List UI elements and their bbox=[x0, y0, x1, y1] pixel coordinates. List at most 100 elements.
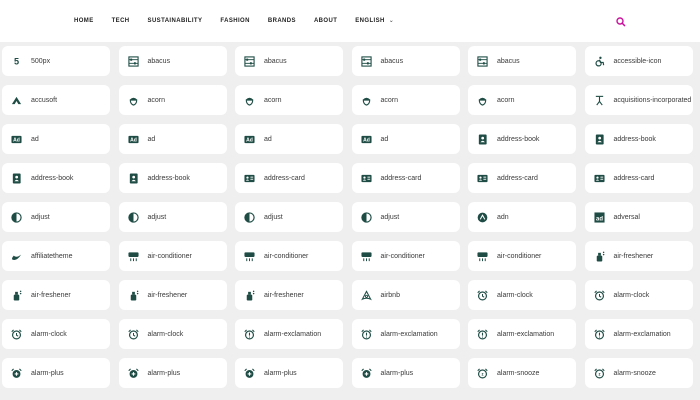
icon-card[interactable]: address-card bbox=[468, 163, 576, 193]
icon-card[interactable]: adjust bbox=[235, 202, 343, 232]
alarm-clock-icon bbox=[127, 329, 139, 340]
air-freshener-icon bbox=[11, 290, 22, 301]
icon-card[interactable]: acquisitions-incorporated bbox=[584, 85, 693, 115]
alarm-plus-icon bbox=[360, 368, 372, 379]
icon-card[interactable]: abacus bbox=[468, 46, 576, 76]
acorn-icon bbox=[244, 95, 255, 106]
icon-card-label: alarm-exclamation bbox=[380, 330, 438, 338]
nav-home[interactable]: HOME bbox=[74, 18, 94, 24]
icon-card[interactable]: alarm-clock bbox=[118, 319, 227, 349]
icon-card[interactable]: alarm-plus bbox=[351, 358, 460, 388]
icon-card-label: address-card bbox=[497, 174, 538, 182]
icon-card[interactable]: air-freshener bbox=[118, 280, 227, 310]
nav-tech[interactable]: TECH bbox=[112, 18, 130, 24]
air-conditioner-icon bbox=[127, 251, 139, 262]
adjust-icon bbox=[360, 211, 372, 223]
icon-card[interactable]: accusoft bbox=[2, 85, 110, 115]
alarm-snooze-icon: z bbox=[477, 368, 488, 379]
icon-card[interactable]: adjust bbox=[118, 202, 227, 232]
ad-icon: Ad bbox=[11, 134, 22, 145]
air-freshener-icon bbox=[244, 290, 255, 301]
icon-card[interactable]: 5 500px bbox=[2, 46, 110, 76]
adversal-icon: ad bbox=[593, 211, 605, 223]
icon-card-label: airbnb bbox=[380, 291, 400, 299]
icon-card[interactable]: acorn bbox=[468, 85, 576, 115]
svg-text:Ad: Ad bbox=[13, 137, 20, 143]
adjust-icon bbox=[127, 211, 139, 223]
icon-card[interactable]: alarm-plus bbox=[2, 358, 110, 388]
alarm-exclamation-icon bbox=[360, 329, 372, 340]
icon-card[interactable]: alarm-clock bbox=[2, 319, 110, 349]
icon-card[interactable]: address-card bbox=[351, 163, 460, 193]
icon-card[interactable]: adjust bbox=[351, 202, 460, 232]
icon-card[interactable]: acorn bbox=[351, 85, 460, 115]
address-book-icon bbox=[11, 172, 22, 184]
icon-card-label: abacus bbox=[147, 57, 171, 65]
icon-card[interactable]: accessible-icon bbox=[584, 46, 693, 76]
icon-card[interactable]: airbnb bbox=[351, 280, 460, 310]
icon-card[interactable]: alarm-exclamation bbox=[351, 319, 460, 349]
icon-card[interactable]: air-conditioner bbox=[351, 241, 460, 271]
nav-about[interactable]: ABOUT bbox=[314, 18, 337, 24]
alarm-snooze-icon: z bbox=[593, 368, 605, 379]
nav-sustainability[interactable]: SUSTAINABILITY bbox=[148, 18, 203, 24]
language-selector[interactable]: ENGLISH bbox=[355, 18, 384, 24]
icon-card[interactable]: adn bbox=[468, 202, 576, 232]
icon-card-label: address-book bbox=[497, 135, 540, 143]
icon-card[interactable]: alarm-plus bbox=[235, 358, 343, 388]
icon-card[interactable]: abacus bbox=[235, 46, 343, 76]
abacus-icon bbox=[477, 55, 488, 67]
icon-card[interactable]: address-book bbox=[2, 163, 110, 193]
icon-card-label: address-card bbox=[380, 174, 422, 182]
icon-card-label: abacus bbox=[380, 57, 404, 65]
icon-card[interactable]: alarm-exclamation bbox=[235, 319, 343, 349]
icon-card-label: alarm-snooze bbox=[613, 369, 656, 377]
svg-text:z: z bbox=[481, 371, 483, 376]
alarm-exclamation-icon bbox=[244, 329, 255, 340]
nav-fashion[interactable]: FASHION bbox=[220, 18, 249, 24]
icon-card[interactable]: air-freshener bbox=[235, 280, 343, 310]
alarm-clock-icon bbox=[11, 329, 22, 340]
icon-card[interactable]: ad adversal bbox=[584, 202, 693, 232]
svg-text:Ad: Ad bbox=[246, 137, 253, 143]
icon-card[interactable]: address-card bbox=[584, 163, 693, 193]
icon-card-label: air-conditioner bbox=[264, 252, 309, 260]
icon-card[interactable]: alarm-clock bbox=[468, 280, 576, 310]
chevron-down-icon[interactable]: ⌄ bbox=[389, 17, 394, 24]
icon-card[interactable]: Ad ad bbox=[235, 124, 343, 154]
icon-card[interactable]: adjust bbox=[2, 202, 110, 232]
icon-card[interactable]: abacus bbox=[118, 46, 227, 76]
icon-card-label: ad bbox=[31, 135, 39, 143]
icon-card[interactable]: Ad ad bbox=[351, 124, 460, 154]
icon-card[interactable]: air-freshener bbox=[584, 241, 693, 271]
icon-card[interactable]: alarm-exclamation bbox=[468, 319, 576, 349]
icon-card[interactable]: address-book bbox=[584, 124, 693, 154]
icon-card[interactable]: air-freshener bbox=[2, 280, 110, 310]
icon-card[interactable]: address-book bbox=[468, 124, 576, 154]
icon-card[interactable]: acorn bbox=[235, 85, 343, 115]
icon-card[interactable]: abacus bbox=[351, 46, 460, 76]
search-button[interactable] bbox=[615, 15, 627, 27]
ad-icon: Ad bbox=[244, 134, 255, 145]
icon-card[interactable]: air-conditioner bbox=[118, 241, 227, 271]
icon-card[interactable]: affiliatetheme bbox=[2, 241, 110, 271]
address-card-icon bbox=[360, 173, 372, 184]
address-book-icon bbox=[594, 133, 605, 145]
address-card-icon bbox=[244, 173, 255, 184]
icon-card[interactable]: address-card bbox=[235, 163, 343, 193]
icon-card-label: address-book bbox=[31, 174, 74, 182]
icon-card[interactable]: z alarm-snooze bbox=[468, 358, 576, 388]
icon-card[interactable]: alarm-exclamation bbox=[584, 319, 693, 349]
icon-card-label: air-freshener bbox=[147, 291, 188, 299]
icon-card[interactable]: alarm-plus bbox=[118, 358, 227, 388]
icon-card[interactable]: Ad ad bbox=[2, 124, 110, 154]
icon-card[interactable]: acorn bbox=[118, 85, 227, 115]
acquisitions-incorporated-icon bbox=[594, 95, 605, 106]
icon-card[interactable]: z alarm-snooze bbox=[584, 358, 693, 388]
icon-card[interactable]: alarm-clock bbox=[584, 280, 693, 310]
icon-card[interactable]: Ad ad bbox=[118, 124, 227, 154]
icon-card[interactable]: address-book bbox=[118, 163, 227, 193]
nav-brands[interactable]: BRANDS bbox=[268, 18, 296, 24]
icon-card[interactable]: air-conditioner bbox=[235, 241, 343, 271]
icon-card[interactable]: air-conditioner bbox=[468, 241, 576, 271]
